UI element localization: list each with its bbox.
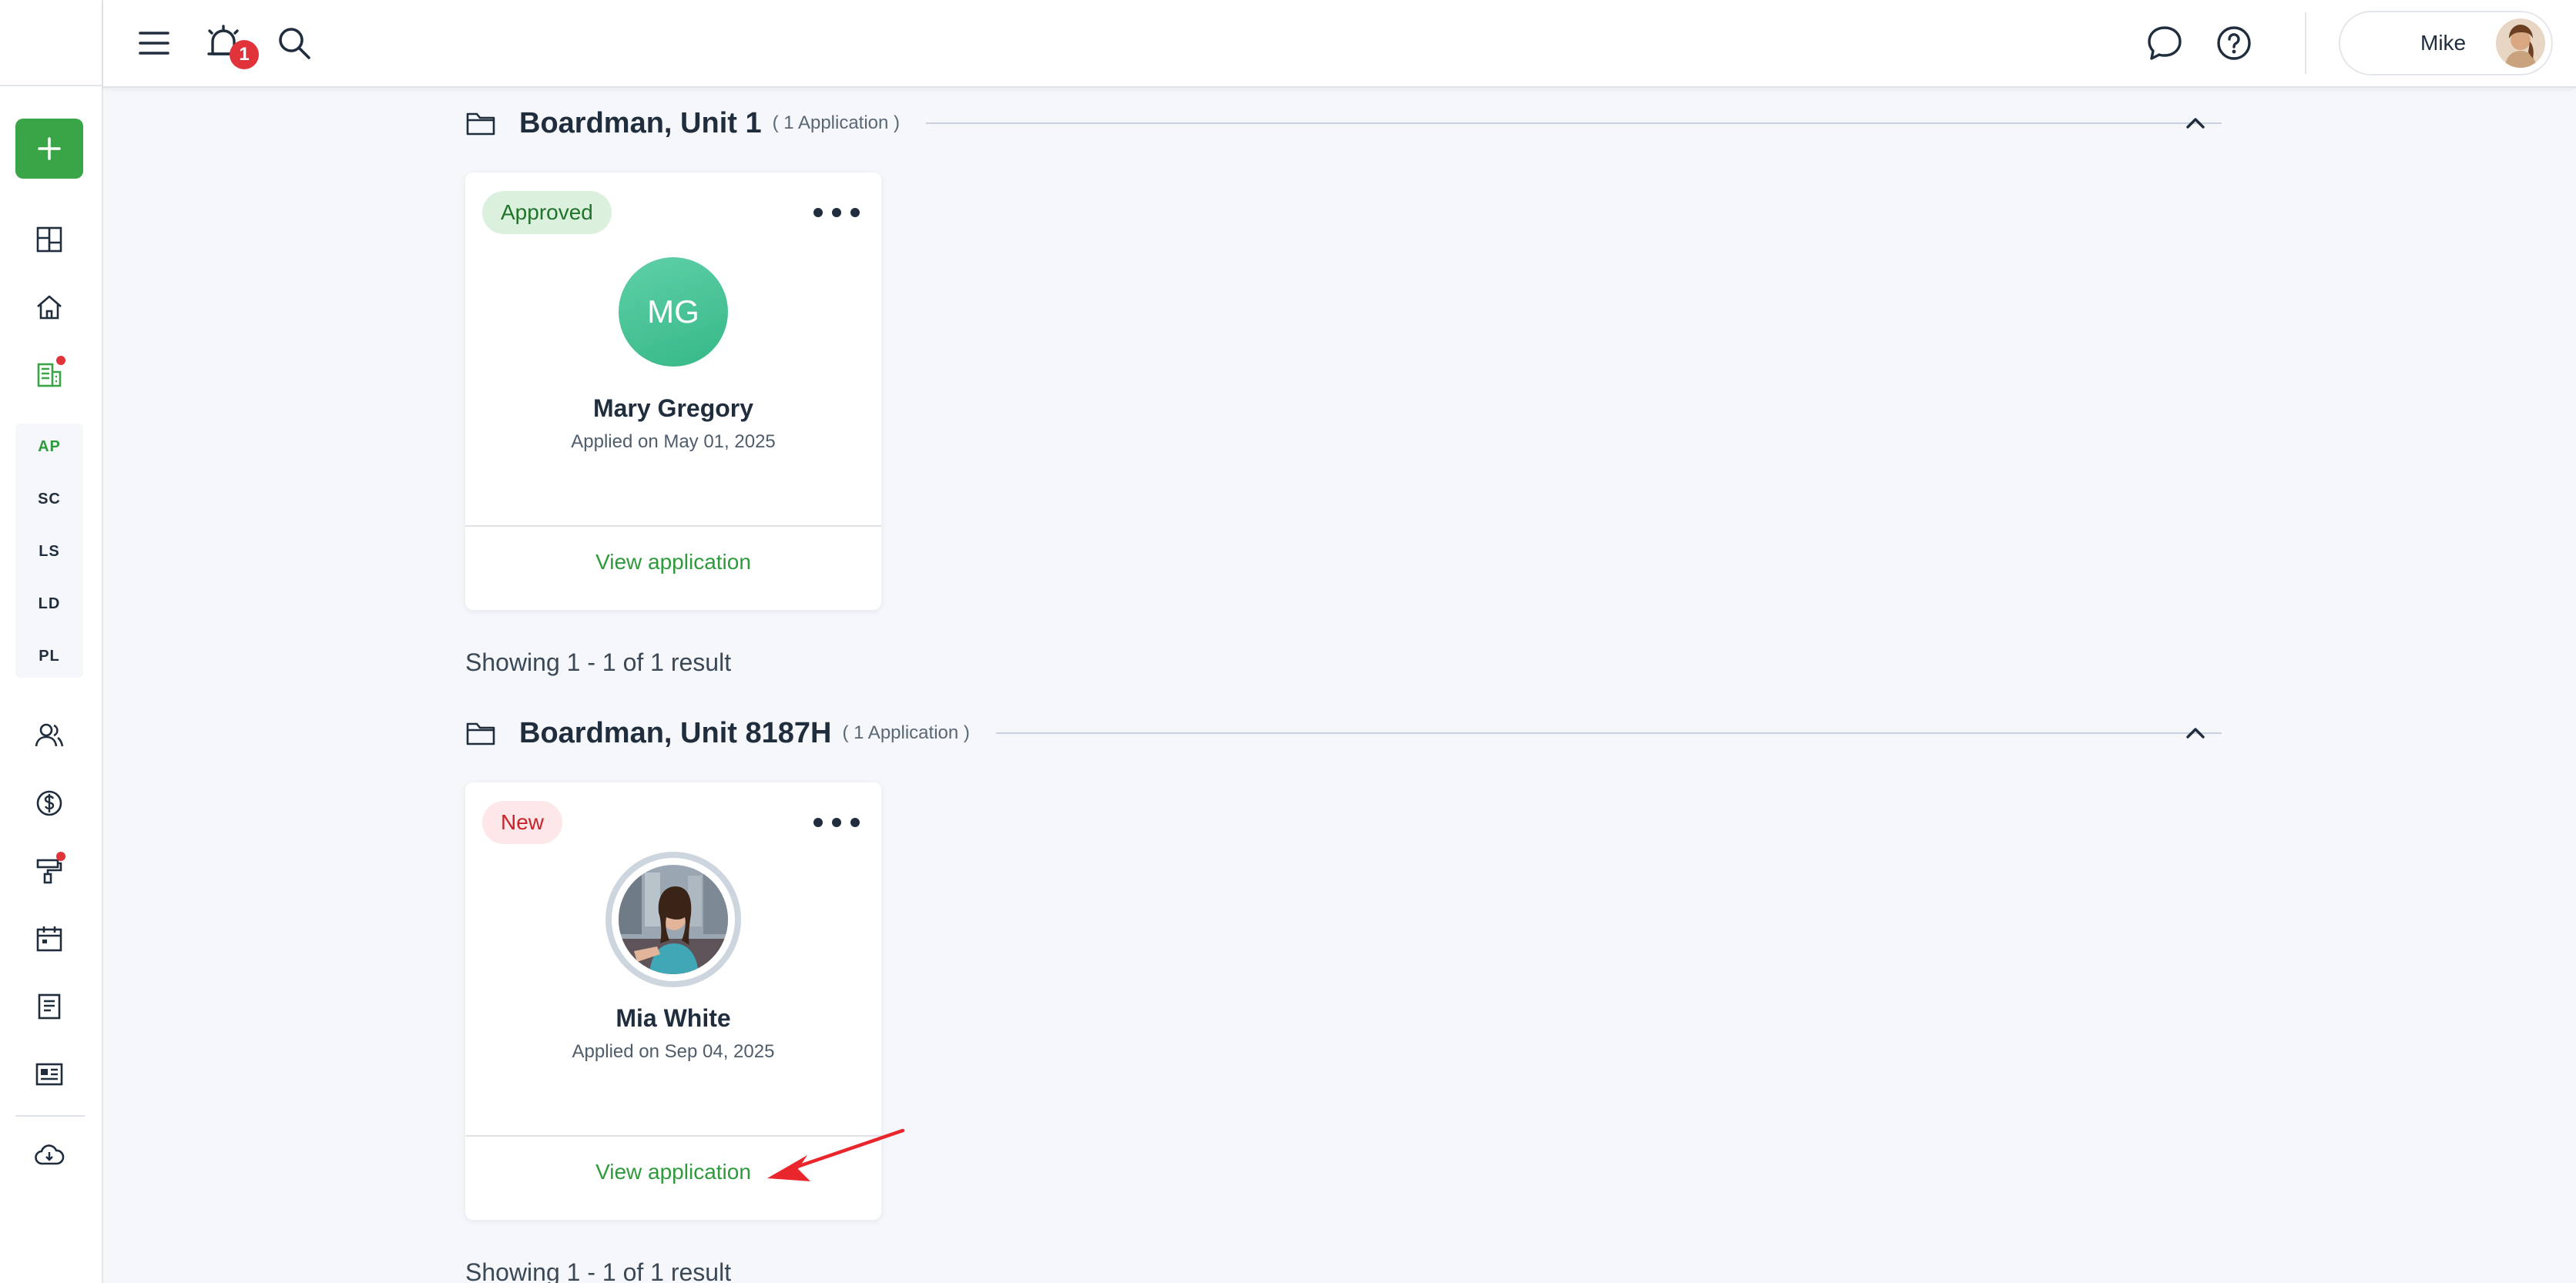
collapse-section-button[interactable] — [2172, 710, 2219, 756]
applicant-photo — [619, 865, 728, 974]
sidebar-item-dashboard[interactable] — [29, 219, 70, 260]
sidebar-subitem-pl[interactable]: PL — [15, 633, 83, 679]
people-icon — [35, 723, 64, 747]
notifications-button[interactable]: 1 — [200, 20, 259, 69]
search-button[interactable] — [271, 20, 317, 66]
folder-icon — [466, 112, 495, 136]
help-button[interactable] — [2211, 20, 2257, 66]
unit-title: Boardman, Unit 8187H — [519, 716, 832, 749]
application-count: ( 1 Application ) — [842, 722, 970, 743]
results-count: Showing 1 - 1 of 1 result — [465, 1258, 732, 1283]
sidebar-subitem-sc[interactable]: SC — [15, 476, 83, 522]
alert-dot — [56, 852, 65, 861]
application-count: ( 1 Application ) — [772, 112, 901, 133]
messages-button[interactable] — [2142, 20, 2188, 66]
sidebar: AP SC LS LD PL — [0, 0, 103, 1283]
sidebar-item-maintenance[interactable] — [29, 850, 70, 892]
sidebar-item-calendar[interactable] — [29, 918, 70, 960]
sidebar-item-accounting[interactable] — [29, 782, 70, 824]
unit-section-header: Boardman, Unit 1 ( 1 Application ) — [465, 100, 2222, 146]
sidebar-item-properties[interactable] — [29, 286, 70, 328]
brand-area — [0, 0, 102, 86]
status-badge: Approved — [482, 191, 612, 234]
alert-dot — [56, 356, 65, 365]
folder-icon — [466, 722, 495, 745]
user-menu[interactable]: Mike — [2339, 11, 2553, 75]
document-icon — [38, 993, 61, 1020]
calendar-icon — [36, 926, 62, 952]
annotation-arrow — [767, 1128, 905, 1181]
unit-title: Boardman, Unit 1 — [519, 106, 762, 139]
card-menu-button[interactable] — [813, 806, 860, 839]
applicant-name: Mia White — [615, 1004, 731, 1032]
sidebar-subitem-ls[interactable]: LS — [15, 528, 83, 575]
cloud-download-icon — [35, 1144, 65, 1165]
add-new-button[interactable] — [15, 119, 83, 179]
user-avatar — [2496, 18, 2545, 68]
menu-button[interactable] — [131, 20, 177, 66]
collapse-section-button[interactable] — [2172, 100, 2219, 146]
more-icon — [813, 818, 823, 827]
sidebar-item-people[interactable] — [29, 715, 70, 756]
topbar-divider — [2305, 12, 2306, 74]
applied-date: Applied on Sep 04, 2025 — [572, 1041, 775, 1062]
dollar-circle-icon — [36, 790, 62, 816]
applicant-avatar: MG — [619, 257, 728, 367]
sidebar-subitem-ap[interactable]: AP — [15, 424, 83, 470]
sidebar-item-reports[interactable] — [29, 1054, 70, 1095]
sidebar-item-documents[interactable] — [29, 986, 70, 1027]
sidebar-item-leasing[interactable] — [29, 354, 70, 396]
search-icon — [279, 28, 310, 59]
section-divider — [995, 732, 2222, 734]
plus-icon — [38, 137, 61, 160]
home-icon — [37, 295, 62, 320]
dashboard-icon — [36, 226, 62, 253]
report-card-icon — [35, 1063, 63, 1086]
top-bar: 1 Mike — [103, 0, 2576, 88]
chat-bubble-icon — [2148, 26, 2182, 60]
view-application-link[interactable]: View application — [465, 550, 881, 575]
card-menu-button[interactable] — [813, 196, 860, 229]
chevron-up-icon — [2186, 118, 2205, 129]
sidebar-item-cloud[interactable] — [29, 1135, 70, 1177]
applied-date: Applied on May 01, 2025 — [571, 431, 776, 452]
section-divider — [926, 122, 2222, 124]
user-name: Mike — [2420, 31, 2467, 55]
notification-count-badge: 1 — [230, 40, 259, 69]
unit-section-header: Boardman, Unit 8187H ( 1 Application ) — [465, 710, 2222, 756]
card-divider — [465, 525, 881, 527]
chevron-up-icon — [2186, 728, 2205, 739]
help-circle-icon — [2217, 26, 2251, 60]
application-card: Approved MG Mary Gregory Applied on May … — [465, 173, 881, 610]
status-badge: New — [482, 801, 563, 844]
applicant-avatar — [605, 852, 741, 987]
applicant-name: Mary Gregory — [592, 394, 754, 422]
sidebar-divider — [15, 1115, 85, 1117]
sidebar-subitem-ld[interactable]: LD — [15, 581, 83, 627]
results-count: Showing 1 - 1 of 1 result — [465, 648, 732, 676]
hamburger-icon — [139, 32, 169, 55]
more-icon — [813, 208, 823, 217]
